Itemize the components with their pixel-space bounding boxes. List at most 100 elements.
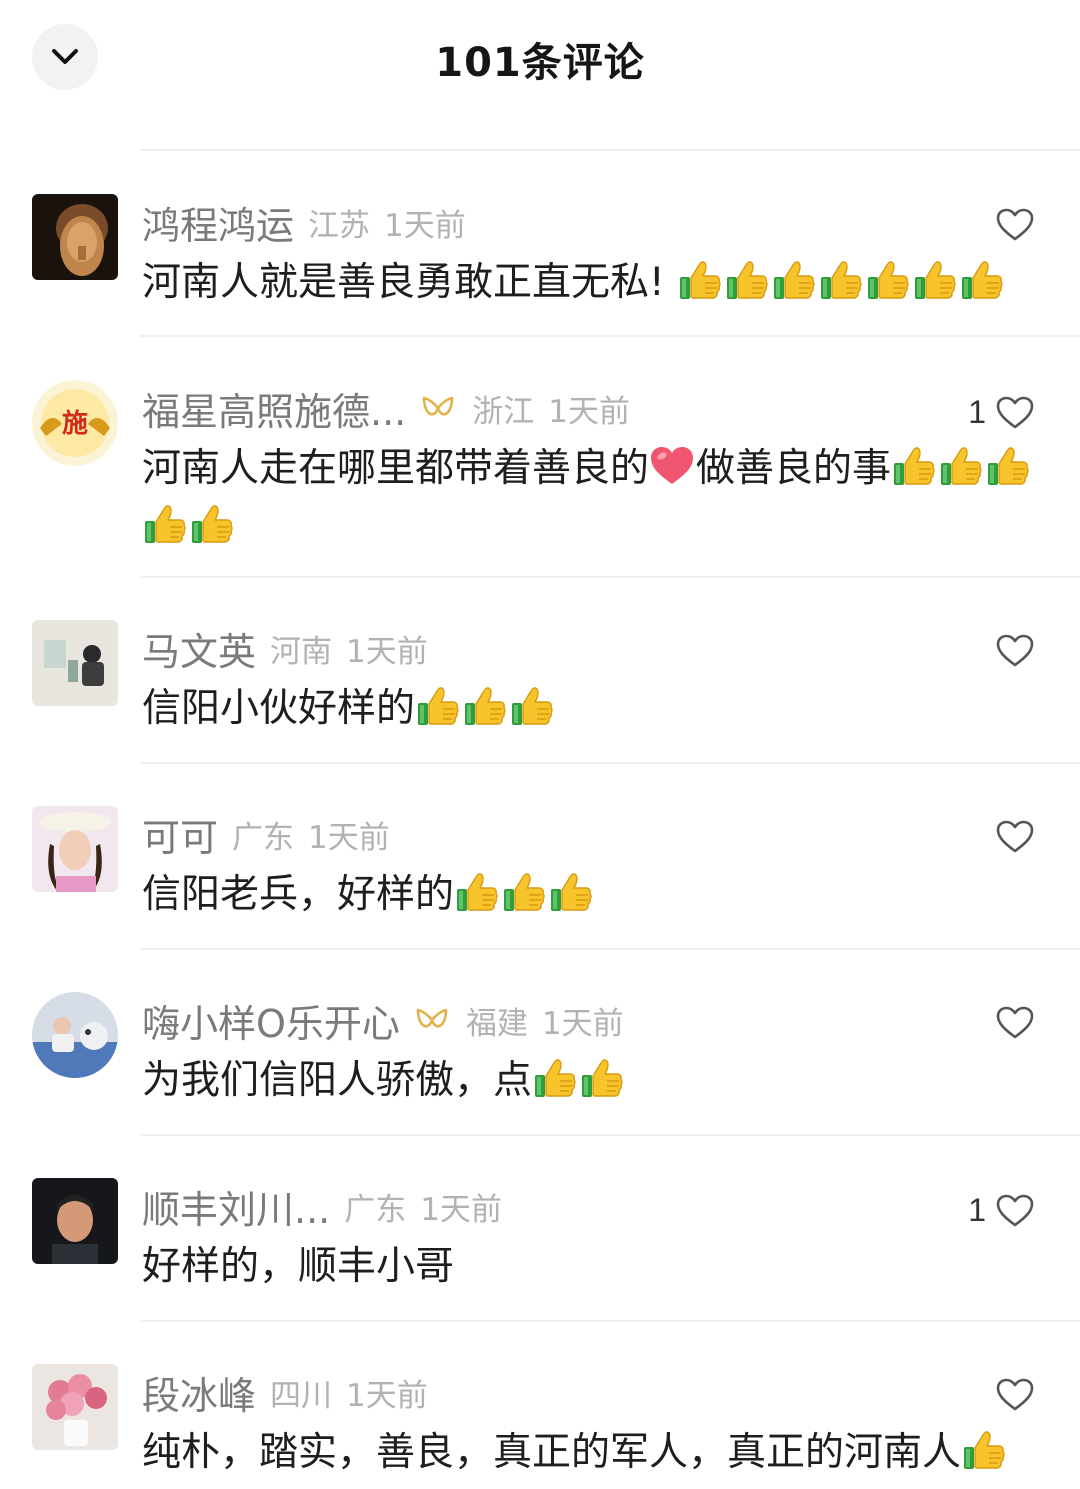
avatar[interactable] bbox=[32, 1178, 118, 1264]
divider bbox=[140, 948, 1080, 950]
comment-text: 信阳小伙好样的 bbox=[142, 680, 1052, 738]
thumbs-up-icon bbox=[415, 686, 556, 731]
comment-text-part: 信阳老兵，好样的 bbox=[142, 872, 455, 917]
comment-text: 纯朴，踏实，善良，真正的军人，真正的河南人 bbox=[142, 1424, 1052, 1482]
avatar-image bbox=[32, 620, 118, 706]
avatar[interactable] bbox=[32, 620, 118, 706]
avatar-image bbox=[32, 992, 118, 1078]
avatar[interactable] bbox=[32, 806, 118, 892]
like-count: 1 bbox=[968, 394, 986, 430]
comment-text: 河南人走在哪里都带着善良的 做善良的事 bbox=[142, 440, 1052, 556]
avatar[interactable]: 施 bbox=[32, 380, 118, 466]
thumbs-up-icon bbox=[465, 687, 506, 725]
thumbs-up-icon bbox=[868, 261, 909, 299]
timestamp: 1天前 bbox=[541, 1005, 624, 1042]
thumbs-up-icon bbox=[145, 505, 186, 543]
divider bbox=[140, 762, 1080, 764]
like-button[interactable]: 1 bbox=[968, 394, 1034, 431]
divider bbox=[140, 149, 1080, 151]
avatar-image bbox=[32, 194, 118, 280]
like-button[interactable] bbox=[986, 208, 1034, 242]
region-label: 四川 bbox=[270, 1377, 333, 1414]
comment-text-part: 为我们信阳人骄傲，点 bbox=[142, 1058, 533, 1103]
thumbs-up-icon bbox=[821, 261, 862, 299]
comment-text: 为我们信阳人骄傲，点 bbox=[142, 1052, 1052, 1110]
divider bbox=[140, 1320, 1080, 1322]
comment-text-part: 河南人就是善良勇敢正直无私! bbox=[142, 260, 678, 305]
comment-count-title: 101条评论 bbox=[435, 40, 645, 86]
timestamp: 1天前 bbox=[346, 633, 428, 670]
thumbs-up-icon bbox=[192, 505, 233, 543]
username[interactable]: 福星高照施德... bbox=[142, 381, 406, 436]
thumbs-up-icon bbox=[454, 872, 595, 917]
region-label: 江苏 bbox=[308, 207, 371, 244]
timestamp: 1天前 bbox=[384, 207, 466, 244]
divider bbox=[140, 1134, 1080, 1136]
timestamp: 1天前 bbox=[346, 1377, 428, 1414]
avatar-image bbox=[32, 1364, 118, 1450]
thumbs-up-icon bbox=[532, 1058, 626, 1103]
divider bbox=[140, 576, 1080, 578]
username[interactable]: 顺丰刘川... bbox=[142, 1179, 330, 1234]
comment-text-part: 信阳小伙好样的 bbox=[142, 686, 416, 731]
like-button[interactable] bbox=[986, 820, 1034, 854]
comment-text: 河南人就是善良勇敢正直无私! bbox=[142, 254, 1052, 312]
comment-text: 好样的，顺丰小哥 bbox=[142, 1238, 1052, 1296]
thumbs-up-icon bbox=[457, 873, 498, 911]
svg-text:施: 施 bbox=[62, 408, 88, 439]
thumbs-up-icon bbox=[894, 447, 935, 485]
heart-icon bbox=[649, 446, 696, 491]
avatar-image bbox=[32, 806, 118, 892]
comment-text-part: 做善良的事 bbox=[696, 446, 892, 491]
username[interactable]: 可可 bbox=[142, 807, 218, 862]
thumbs-up-icon bbox=[964, 1431, 1005, 1469]
like-button[interactable] bbox=[986, 1006, 1034, 1040]
vip-badge-icon bbox=[414, 1006, 450, 1034]
thumbs-up-icon bbox=[941, 447, 982, 485]
username[interactable]: 鸿程鸿运 bbox=[142, 195, 294, 250]
region-label: 浙江 bbox=[472, 393, 535, 430]
like-button[interactable] bbox=[986, 1378, 1034, 1412]
thumbs-up-icon bbox=[962, 261, 1003, 299]
thumbs-up-icon bbox=[961, 1430, 1008, 1475]
heart-outline-icon bbox=[996, 820, 1034, 853]
thumbs-up-icon bbox=[582, 1059, 623, 1097]
heart-outline-icon bbox=[996, 208, 1034, 241]
like-button[interactable]: 1 bbox=[968, 1192, 1034, 1229]
thumbs-up-icon bbox=[727, 261, 768, 299]
heart-outline-icon bbox=[996, 396, 1034, 428]
thumbs-up-icon bbox=[512, 687, 553, 725]
avatar[interactable] bbox=[32, 194, 118, 280]
thumbs-up-icon bbox=[988, 447, 1029, 485]
avatar[interactable] bbox=[32, 1364, 118, 1450]
username[interactable]: 段冰峰 bbox=[142, 1365, 256, 1420]
username[interactable]: 马文英 bbox=[142, 621, 256, 676]
comment-text-part: 纯朴，踏实，善良，真正的军人，真正的河南人 bbox=[142, 1430, 962, 1475]
comments-header: 101条评论 bbox=[0, 0, 1080, 112]
timestamp: 1天前 bbox=[420, 1191, 502, 1228]
heart-outline-icon bbox=[996, 1378, 1034, 1411]
heart-outline-icon bbox=[996, 1006, 1034, 1039]
avatar[interactable] bbox=[32, 992, 118, 1078]
comment-text-part: 河南人走在哪里都带着善良的 bbox=[142, 446, 650, 491]
divider bbox=[140, 335, 1080, 337]
thumbs-up-icon bbox=[774, 261, 815, 299]
comment-text-part: 好样的，顺丰小哥 bbox=[142, 1244, 455, 1289]
heart-outline-icon bbox=[996, 634, 1034, 667]
region-label: 广东 bbox=[344, 1191, 407, 1228]
comment-text: 信阳老兵，好样的 bbox=[142, 866, 1052, 924]
heart-icon bbox=[651, 447, 694, 484]
like-button[interactable] bbox=[986, 634, 1034, 668]
like-count: 1 bbox=[968, 1192, 986, 1228]
timestamp: 1天前 bbox=[548, 393, 630, 430]
thumbs-up-icon bbox=[418, 687, 459, 725]
username[interactable]: 嗨小样O乐开心 bbox=[142, 993, 400, 1048]
avatar-image bbox=[32, 1178, 118, 1264]
region-label: 河南 bbox=[270, 633, 333, 670]
thumbs-up-icon bbox=[504, 873, 545, 911]
thumbs-up-icon bbox=[535, 1059, 576, 1097]
heart-outline-icon bbox=[996, 1194, 1034, 1226]
region-label: 广东 bbox=[232, 819, 295, 856]
thumbs-up-icon bbox=[677, 260, 1006, 305]
vip-badge-icon bbox=[420, 394, 456, 422]
